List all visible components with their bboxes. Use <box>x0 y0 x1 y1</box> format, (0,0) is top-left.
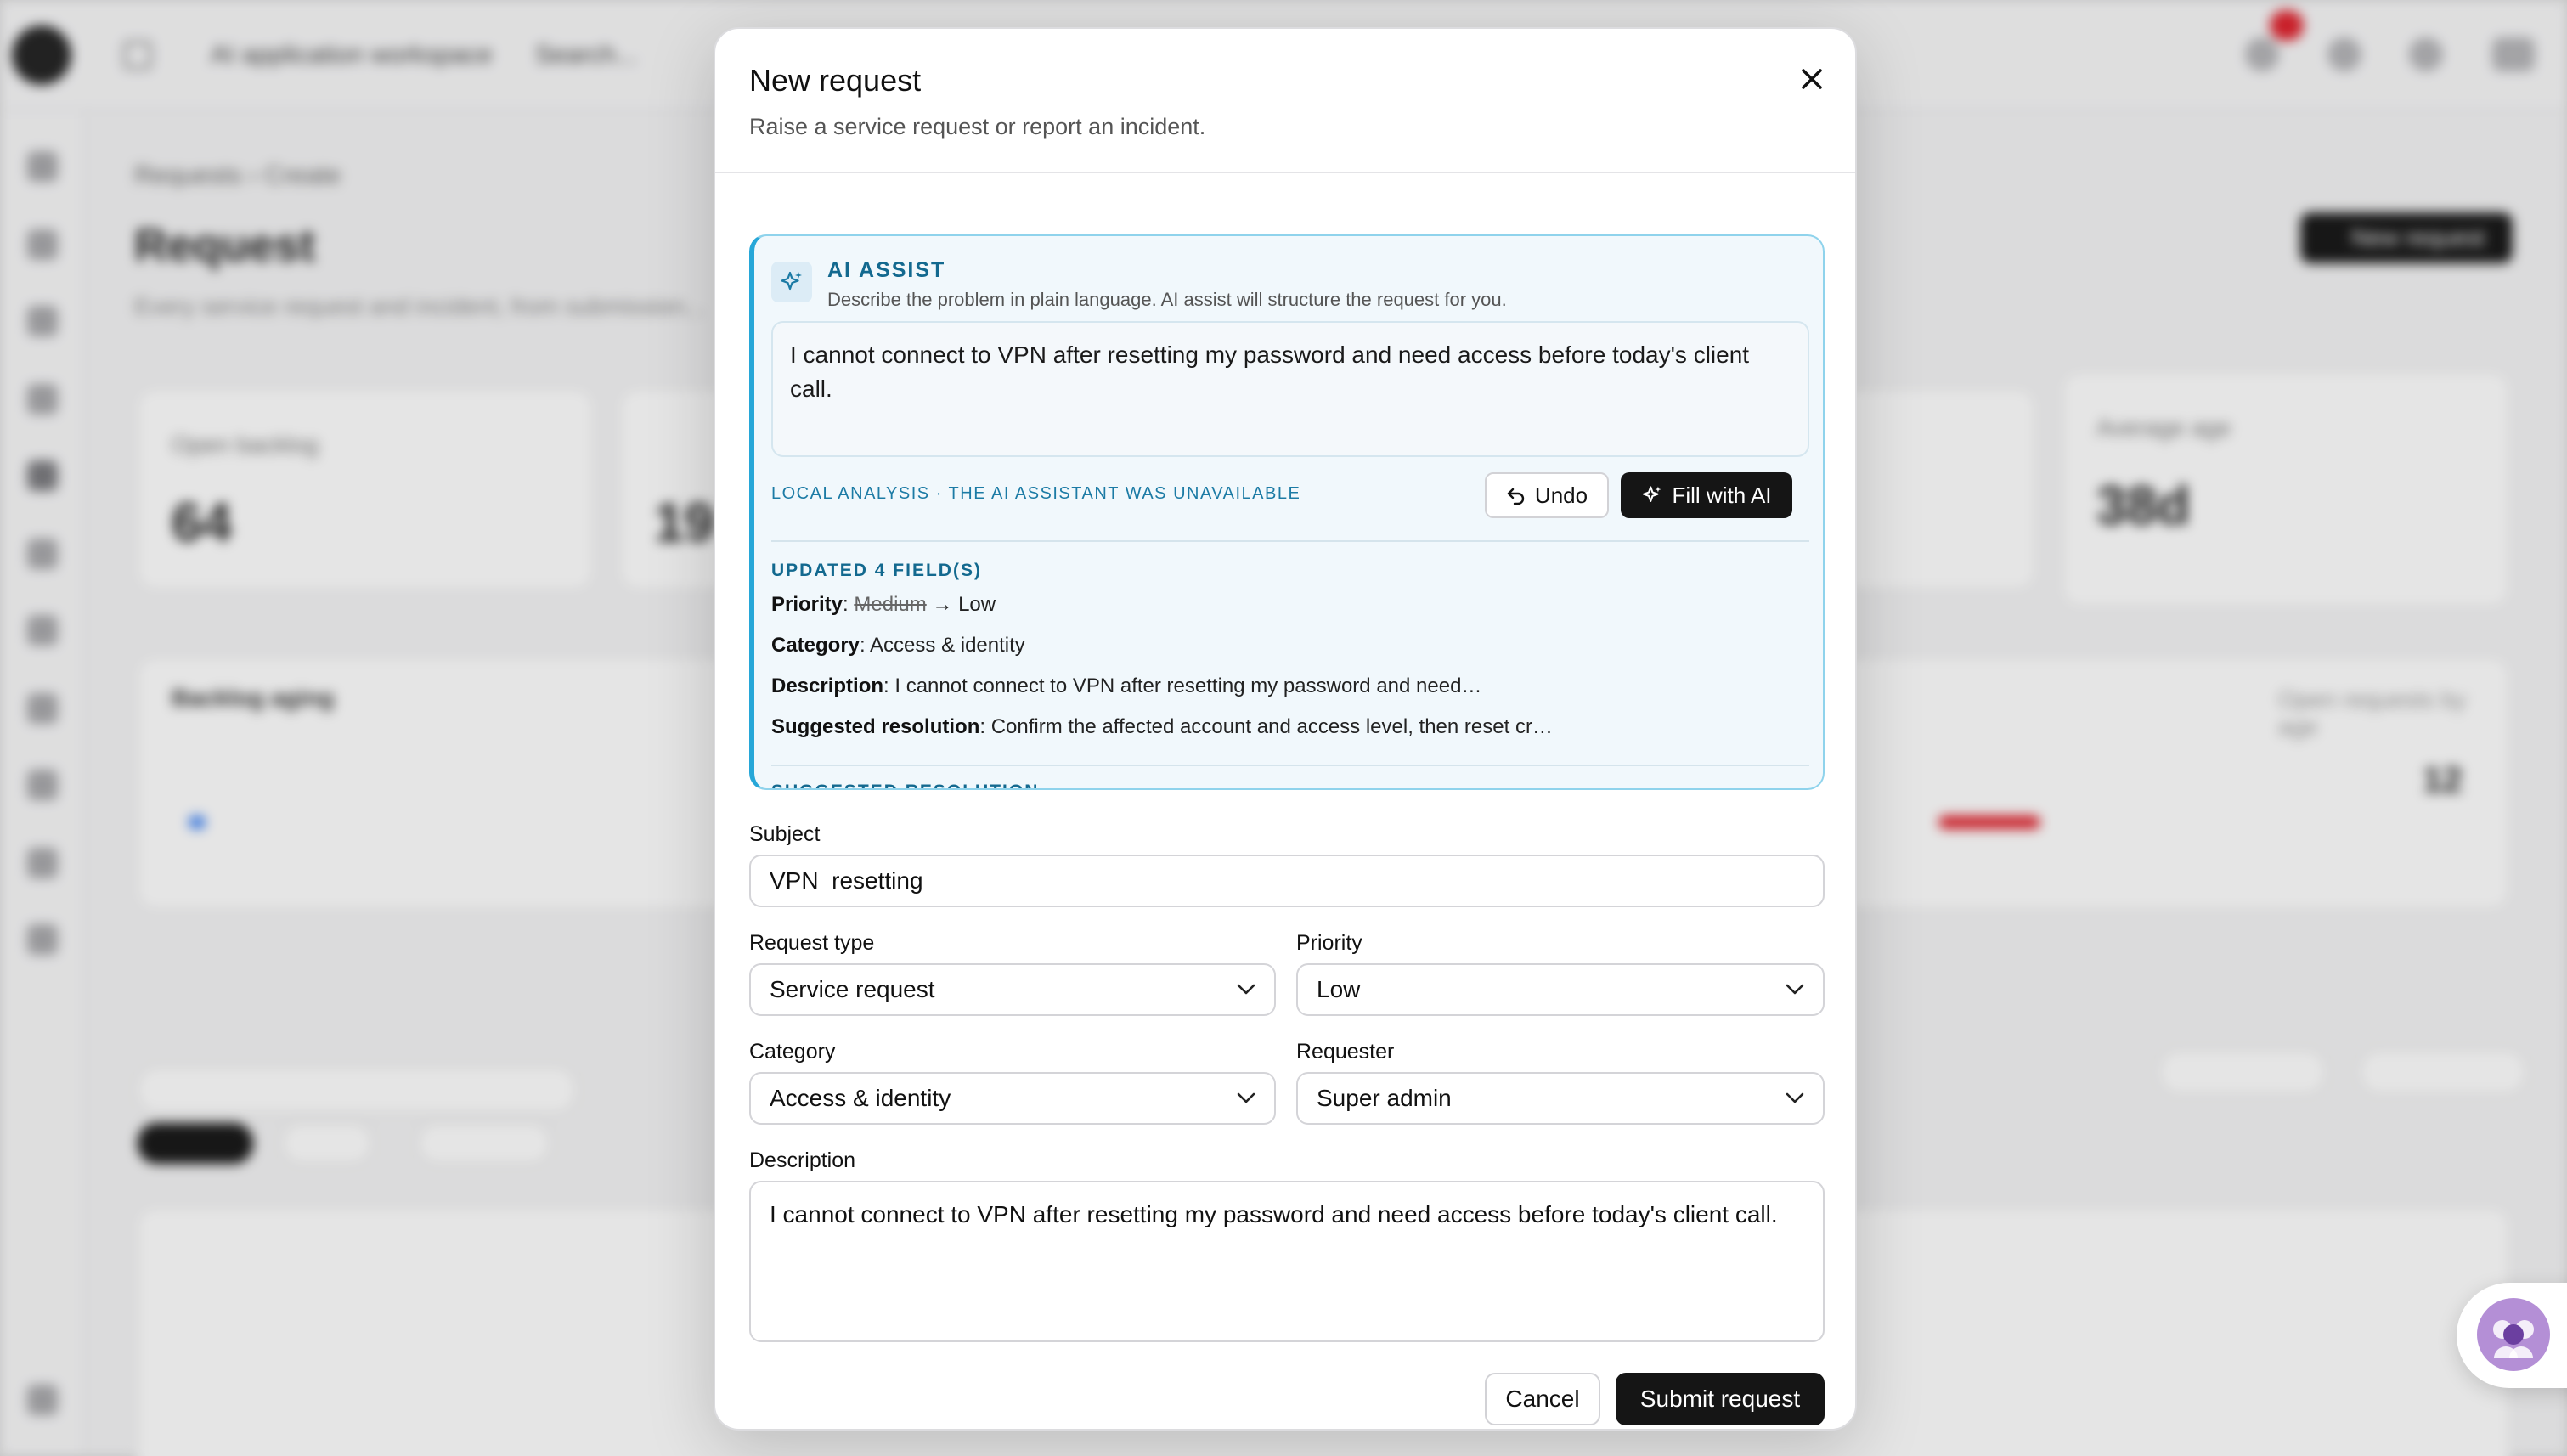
fill-with-ai-button[interactable]: Fill with AI <box>1621 472 1792 518</box>
undo-label: Undo <box>1534 482 1588 508</box>
cancel-button[interactable]: Cancel <box>1485 1373 1600 1425</box>
ai-prompt-input[interactable]: I cannot connect to VPN after resetting … <box>771 321 1809 457</box>
ai-assist-heading: AI ASSIST <box>827 258 946 282</box>
dialog-header: New request Raise a service request or r… <box>715 29 1855 173</box>
close-icon <box>1802 69 1822 89</box>
change-category: Category: Access & identity <box>771 634 1025 657</box>
category-select[interactable]: Access & identity <box>749 1072 1276 1125</box>
request-type-select[interactable]: Service request <box>749 963 1276 1016</box>
dialog-title: New request <box>749 63 922 98</box>
assistant-launcher[interactable] <box>2457 1283 2567 1388</box>
description-label: Description <box>749 1148 856 1172</box>
ai-assist-panel: AI ASSIST Describe the problem in plain … <box>749 234 1825 790</box>
arrow-right-icon: → <box>932 593 953 616</box>
submit-request-button[interactable]: Submit request <box>1616 1373 1825 1425</box>
sparkles-icon <box>1643 486 1661 502</box>
divider <box>771 765 1809 766</box>
assistant-avatar-icon <box>2477 1298 2550 1371</box>
chevron-down-icon <box>1786 1092 1804 1103</box>
requester-label: Requester <box>1296 1040 1395 1064</box>
updated-fields-heading: UPDATED 4 FIELD(S) <box>771 561 982 580</box>
change-priority: Priority: Medium → Low <box>771 593 996 616</box>
chevron-down-icon <box>1237 984 1255 995</box>
ai-status-text: LOCAL ANALYSIS · THE AI ASSISTANT WAS UN… <box>771 484 1301 503</box>
priority-label: Priority <box>1296 931 1362 955</box>
subject-label: Subject <box>749 822 821 846</box>
requester-select[interactable]: Super admin <box>1296 1072 1825 1125</box>
divider <box>771 540 1809 542</box>
fill-with-ai-label: Fill with AI <box>1672 482 1772 508</box>
undo-button[interactable]: Undo <box>1485 472 1609 518</box>
old-value: Medium <box>854 593 927 616</box>
dialog-subtitle: Raise a service request or report an inc… <box>749 114 1206 139</box>
undo-icon <box>1507 488 1525 505</box>
request-type-label: Request type <box>749 931 875 955</box>
change-resolution: Suggested resolution: Confirm the affect… <box>771 715 1553 738</box>
suggested-resolution-heading: SUGGESTED RESOLUTION <box>771 782 1039 788</box>
category-label: Category <box>749 1040 836 1064</box>
chevron-down-icon <box>1786 984 1804 995</box>
change-description: Description: I cannot connect to VPN aft… <box>771 674 1482 697</box>
dialog-body: AI ASSIST Describe the problem in plain … <box>715 175 1855 1429</box>
new-request-dialog: New request Raise a service request or r… <box>714 27 1857 1431</box>
sparkles-icon <box>771 262 812 302</box>
subject-input[interactable] <box>749 855 1825 907</box>
close-button[interactable] <box>1791 58 1833 100</box>
chevron-down-icon <box>1237 1092 1255 1103</box>
priority-select[interactable]: Low <box>1296 963 1825 1016</box>
ai-assist-description: Describe the problem in plain language. … <box>827 289 1507 310</box>
description-textarea[interactable]: I cannot connect to VPN after resetting … <box>749 1181 1825 1342</box>
new-value: Low <box>958 593 996 616</box>
